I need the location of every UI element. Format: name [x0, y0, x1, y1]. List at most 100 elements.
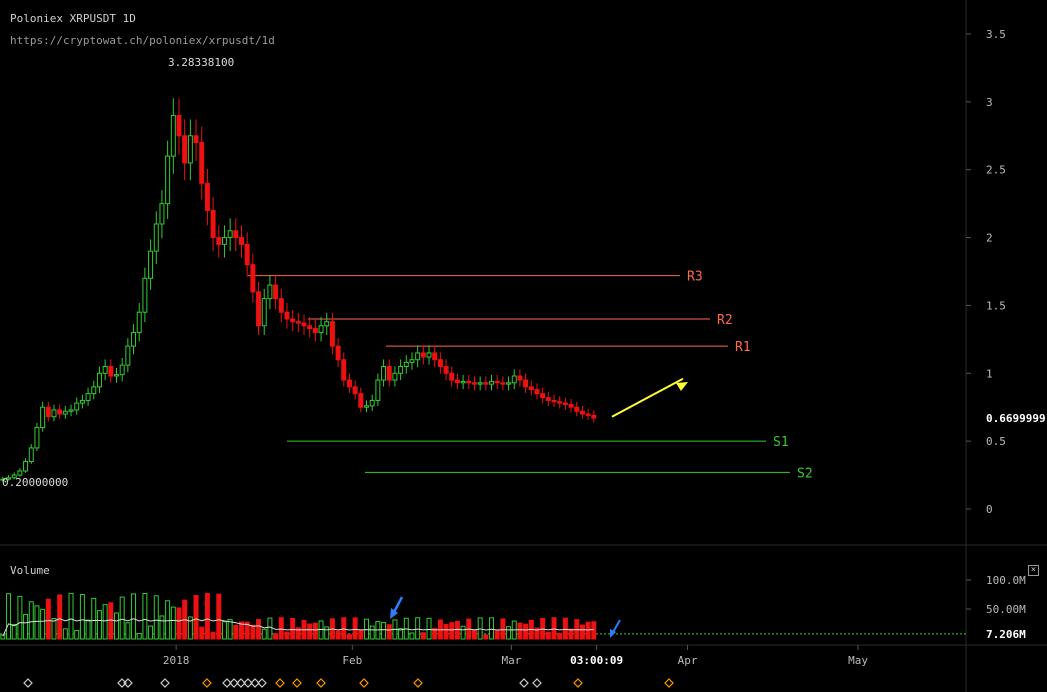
event-marker-icon [413, 678, 423, 688]
chart-title: Poloniex XRPUSDT 1D [10, 12, 136, 25]
candle-body [318, 325, 324, 334]
candle-body [17, 470, 23, 476]
candles-layer [0, 98, 597, 482]
candle-body [79, 399, 85, 404]
candle-body [148, 250, 154, 279]
event-marker-icon [573, 678, 583, 688]
price-chart[interactable]: 0 0.5 1 1.5 2 2.5 3 3.5 2018 Feb Mar 03:00:09 Apr May… [0, 0, 1047, 692]
candle-body [551, 399, 557, 403]
candle-body [386, 366, 392, 381]
volume-last-label: 7.206M [986, 628, 1026, 641]
candle-body [273, 284, 279, 300]
volume-bar [562, 617, 568, 640]
candle-body [358, 393, 364, 408]
time-tick-label: Apr [678, 654, 698, 667]
volume-bar [113, 612, 119, 640]
volume-bar [62, 628, 68, 640]
close-volume-pane-icon[interactable]: × [1028, 565, 1039, 576]
candle-body [85, 393, 91, 401]
candle-body [153, 223, 159, 252]
candle-body [409, 359, 415, 363]
candle-body [506, 382, 512, 385]
high-price-label: 3.28338100 [168, 56, 234, 69]
candle-body [307, 325, 313, 329]
volume-bar [23, 613, 29, 640]
timer-label: 03:00:09 [570, 654, 623, 667]
candle-body [460, 380, 466, 384]
candle-body [278, 298, 284, 313]
volume-bar [477, 617, 483, 640]
volume-tick-label: 50.00M [986, 603, 1026, 616]
candle-body [182, 135, 188, 164]
volume-bar [57, 594, 63, 640]
price-tick-label: 3.5 [986, 28, 1006, 41]
level-label-s1: S1 [773, 435, 789, 450]
volume-bar [386, 624, 392, 640]
event-marker-icon [202, 678, 212, 688]
trend-arrow [611, 377, 684, 418]
time-tick-label: May [848, 654, 868, 667]
candle-body [483, 382, 489, 385]
candle-body [477, 382, 483, 385]
level-label-r1: R1 [735, 340, 751, 355]
volume-bar [460, 625, 466, 640]
volume-bar [591, 621, 597, 640]
candle-body [324, 321, 330, 327]
volume-bar [364, 618, 370, 640]
volume-bar [551, 617, 557, 640]
candle-body [204, 182, 210, 211]
volume-bar [96, 610, 102, 640]
volume-bar [545, 631, 551, 640]
candle-body [51, 409, 57, 418]
event-marker-icon [275, 678, 285, 688]
price-tick-label: 1.5 [986, 299, 1006, 312]
event-marker-icon [519, 678, 529, 688]
candle-body [23, 461, 29, 472]
candle-body [517, 375, 523, 381]
volume-bar [153, 595, 159, 640]
price-tick-label: 3 [986, 96, 993, 109]
chart-source-url[interactable]: https://cryptowat.ch/poloniex/xrpusdt/1d [10, 34, 275, 47]
support-resistance-layer: R3 R2R1 S1 S2 [248, 270, 813, 481]
candle-body [432, 352, 438, 361]
volume-bar [170, 606, 176, 640]
candle-body [346, 379, 352, 388]
event-marker-icon [160, 678, 170, 688]
volume-bar [500, 618, 506, 640]
candle-body [352, 386, 358, 395]
candle-body [523, 379, 529, 388]
candle-body [233, 230, 239, 239]
candle-body [261, 298, 267, 327]
candle-body [579, 410, 585, 415]
volume-bar [517, 622, 523, 640]
candle-body [341, 359, 347, 381]
event-marker-icon [664, 678, 674, 688]
candle-body [295, 321, 301, 324]
candle-body [102, 366, 108, 374]
candle-body [119, 364, 125, 376]
candle-body [557, 401, 563, 404]
candle-body [96, 372, 102, 388]
candle-body [540, 393, 546, 399]
volume-bar [250, 624, 256, 640]
candle-body [113, 374, 119, 377]
volume-bar [506, 626, 512, 640]
volume-bar [489, 617, 495, 640]
volume-bar [409, 632, 415, 640]
candle-body [239, 237, 244, 245]
annotation-layer: 3.28338100 0.20000000 0.6699999 [2, 56, 1046, 688]
volume-bar [102, 604, 108, 640]
candle-body [68, 409, 74, 412]
volume-bar [415, 617, 421, 640]
volume-bar [159, 615, 165, 640]
candle-body [568, 404, 574, 408]
volume-bar [335, 630, 341, 640]
volume-bar [17, 595, 23, 640]
candle-body [364, 405, 370, 408]
candle-body [420, 352, 426, 358]
level-label-r3: R3 [687, 270, 703, 285]
candle-body [312, 328, 318, 334]
volume-bar [307, 623, 313, 640]
price-tick-label: 2 [986, 232, 993, 245]
volume-bar [381, 622, 387, 640]
